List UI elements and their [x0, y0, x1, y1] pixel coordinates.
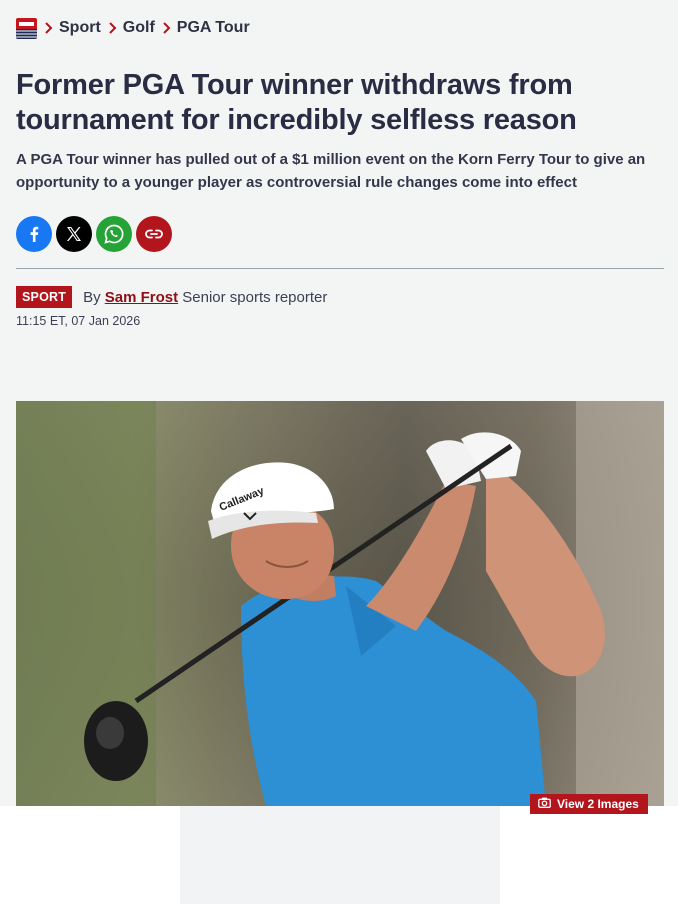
publish-timestamp: 11:15 ET, 07 Jan 2026	[16, 314, 141, 328]
share-bar	[16, 216, 172, 252]
advertisement-slot	[0, 806, 678, 904]
article-title: Former PGA Tour winner withdraws from to…	[16, 69, 577, 136]
breadcrumb: Sport Golf PGA Tour	[16, 17, 250, 39]
x-share-button[interactable]	[56, 216, 92, 252]
chevron-right-icon	[155, 17, 177, 39]
chevron-right-icon	[37, 17, 59, 39]
view-images-button[interactable]: View 2 Images	[530, 794, 648, 814]
byline: By Sam Frost Senior sports reporter	[83, 289, 327, 306]
divider	[16, 268, 664, 269]
link-icon	[145, 229, 163, 239]
view-images-label: View 2 Images	[557, 797, 639, 811]
copy-link-button[interactable]	[136, 216, 172, 252]
article-meta: SPORT By Sam Frost Senior sports reporte…	[16, 285, 327, 309]
byline-prefix: By	[83, 288, 101, 306]
publication-logo-icon[interactable]	[16, 17, 37, 39]
breadcrumb-pga-tour[interactable]: PGA Tour	[177, 19, 250, 37]
hero-image[interactable]: Callaway	[16, 401, 664, 806]
breadcrumb-golf[interactable]: Golf	[123, 19, 155, 37]
advertisement-placeholder	[180, 806, 500, 904]
facebook-icon	[30, 226, 39, 242]
facebook-share-button[interactable]	[16, 216, 52, 252]
section-tag[interactable]: SPORT	[16, 286, 73, 308]
x-icon	[67, 227, 81, 241]
camera-icon	[538, 797, 551, 811]
author-role: Senior sports reporter	[182, 288, 328, 306]
article-standfirst: A PGA Tour winner has pulled out of a $1…	[16, 151, 646, 191]
chevron-right-icon	[101, 17, 123, 39]
whatsapp-icon	[104, 224, 124, 244]
breadcrumb-sport[interactable]: Sport	[59, 19, 101, 37]
author-link[interactable]: Sam Frost	[105, 289, 178, 306]
whatsapp-share-button[interactable]	[96, 216, 132, 252]
